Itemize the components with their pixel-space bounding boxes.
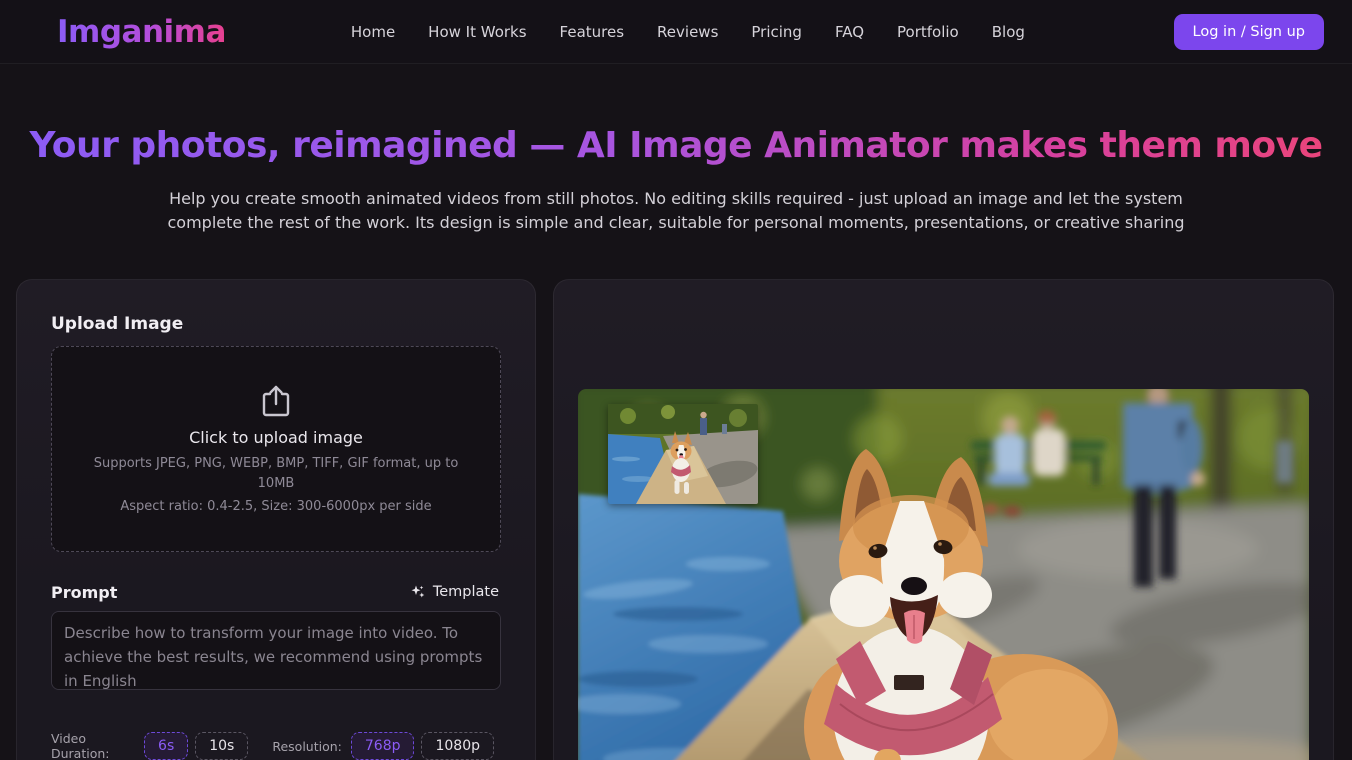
upload-cta-text: Click to upload image: [189, 428, 363, 447]
prompt-heading: Prompt: [51, 582, 118, 602]
sparkles-icon: [410, 584, 426, 600]
nav-item-features[interactable]: Features: [560, 23, 625, 41]
page-title: Your photos, reimagined — AI Image Anima…: [0, 125, 1352, 166]
options-row: Video Duration: 6s 10s Resolution: 768p …: [51, 731, 501, 760]
hero-section: Your photos, reimagined — AI Image Anima…: [0, 64, 1352, 235]
resolution-label: Resolution:: [272, 738, 342, 754]
share-upload-icon: [261, 384, 291, 418]
upload-dropzone[interactable]: Click to upload image Supports JPEG, PNG…: [51, 346, 501, 552]
preview-panel: [553, 279, 1334, 760]
nav-item-home[interactable]: Home: [351, 23, 395, 41]
nav-item-how-it-works[interactable]: How It Works: [428, 23, 526, 41]
resolution-option-1080p[interactable]: 1080p: [421, 732, 494, 760]
nav-item-faq[interactable]: FAQ: [835, 23, 864, 41]
duration-label: Video Duration:: [51, 731, 110, 760]
upload-heading: Upload Image: [51, 314, 184, 334]
nav-item-blog[interactable]: Blog: [992, 23, 1025, 41]
nav-item-pricing[interactable]: Pricing: [751, 23, 802, 41]
duration-option-10s[interactable]: 10s: [195, 732, 249, 760]
nav-item-reviews[interactable]: Reviews: [657, 23, 718, 41]
nav-item-portfolio[interactable]: Portfolio: [897, 23, 959, 41]
prompt-input[interactable]: [51, 611, 501, 690]
source-image-thumbnail: [608, 404, 758, 504]
upload-constraints-text: Aspect ratio: 0.4-2.5, Size: 300-6000px …: [120, 499, 432, 514]
nav-links: Home How It Works Features Reviews Prici…: [351, 23, 1174, 41]
resolution-option-768p[interactable]: 768p: [350, 732, 415, 760]
thumbnail-art: [608, 404, 758, 504]
generator-panel: Upload Image Click to upload image Suppo…: [16, 279, 536, 760]
duration-option-6s[interactable]: 6s: [144, 732, 189, 760]
prompt-header-row: Prompt Template: [51, 582, 501, 602]
page-subtitle: Help you create smooth animated videos f…: [167, 189, 1185, 232]
template-button-label: Template: [432, 584, 499, 600]
top-navbar: Imganima Home How It Works Features Revi…: [0, 0, 1352, 64]
template-button[interactable]: Template: [408, 582, 501, 602]
main-content: Upload Image Click to upload image Suppo…: [0, 279, 1352, 760]
brand-logo[interactable]: Imganima: [57, 14, 226, 50]
upload-formats-text: Supports JPEG, PNG, WEBP, BMP, TIFF, GIF…: [93, 456, 459, 491]
video-preview[interactable]: [578, 389, 1309, 760]
login-signup-button[interactable]: Log in / Sign up: [1173, 13, 1324, 50]
